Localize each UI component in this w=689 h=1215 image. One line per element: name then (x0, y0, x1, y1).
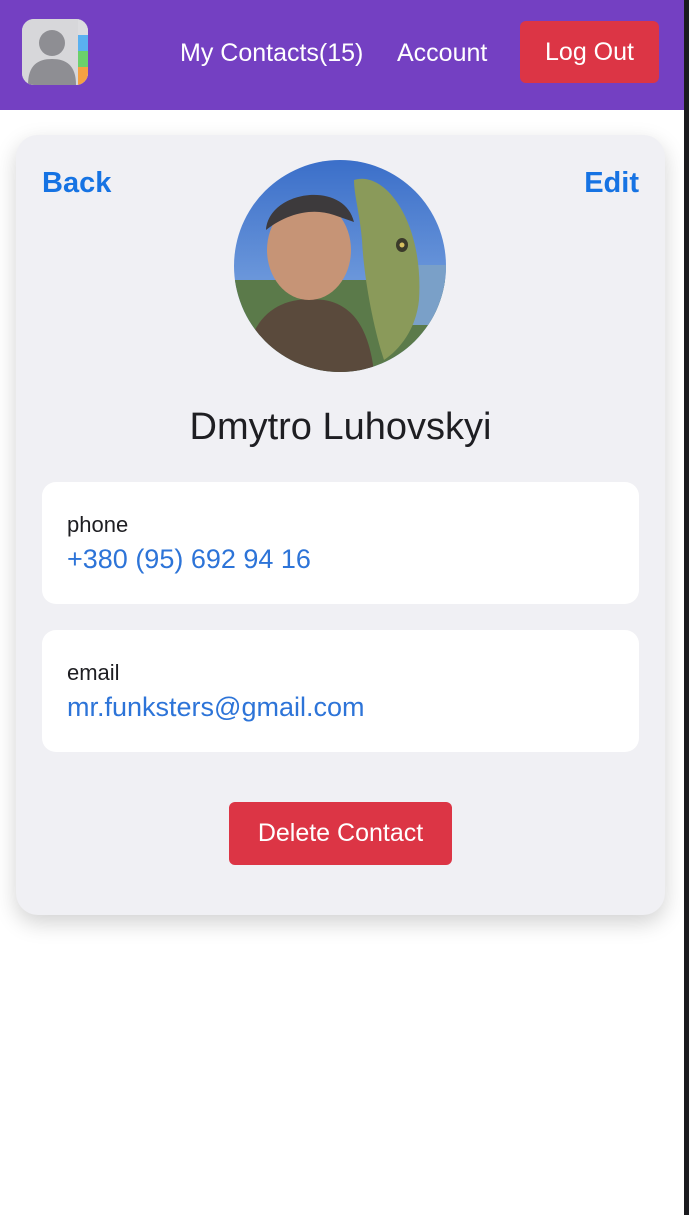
phone-label: phone (67, 512, 129, 537)
logout-button[interactable]: Log Out (520, 21, 659, 83)
email-link[interactable]: mr.funksters@gmail.com (67, 692, 364, 723)
edit-link[interactable]: Edit (584, 165, 639, 201)
contact-name: Dmytro Luhovskyi (189, 406, 492, 448)
contacts-app-icon[interactable] (22, 19, 88, 85)
window-edge (684, 0, 689, 1215)
nav-my-contacts-link[interactable]: My Contacts(15) (180, 36, 363, 70)
phone-field: phone +380 (95) 692 94 16 (42, 482, 639, 604)
phone-link[interactable]: +380 (95) 692 94 16 (67, 544, 311, 575)
contact-avatar-photo (234, 160, 446, 372)
nav-account-link[interactable]: Account (397, 36, 487, 70)
avatar-image (234, 160, 446, 372)
delete-contact-button[interactable]: Delete Contact (229, 802, 452, 865)
top-navbar: My Contacts(15) Account Log Out (0, 0, 684, 110)
back-link[interactable]: Back (42, 165, 111, 201)
person-silhouette-icon (22, 19, 88, 85)
email-field: email mr.funksters@gmail.com (42, 630, 639, 752)
email-label: email (67, 660, 120, 685)
contact-details-card: Back Edit Dmytro Luhovskyi phone +380 (9… (16, 135, 665, 915)
